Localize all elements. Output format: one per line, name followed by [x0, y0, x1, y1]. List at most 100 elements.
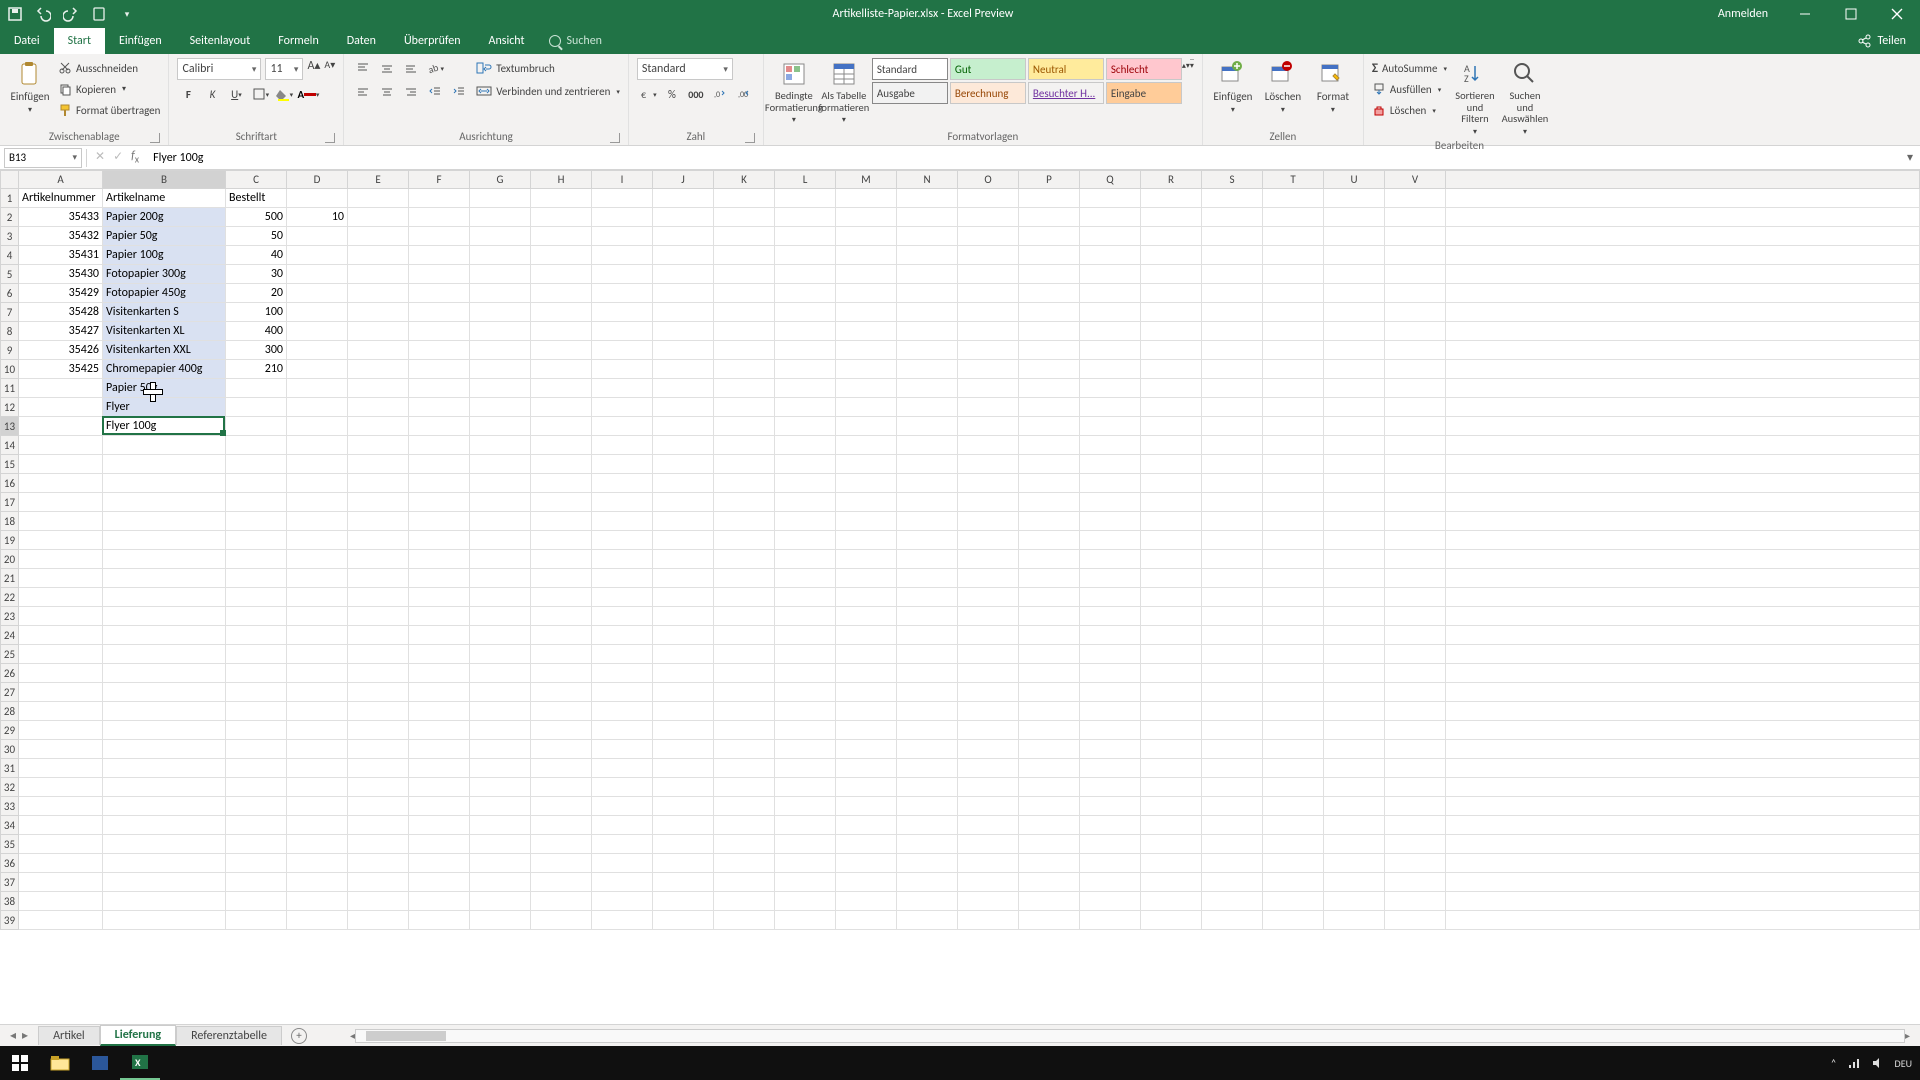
cell[interactable] — [592, 569, 653, 588]
tab-formulas[interactable]: Formeln — [264, 28, 332, 54]
cell[interactable] — [958, 607, 1019, 626]
cell[interactable] — [1324, 721, 1385, 740]
cell[interactable] — [775, 759, 836, 778]
cell[interactable] — [1385, 227, 1446, 246]
cell[interactable] — [103, 835, 226, 854]
row-header[interactable]: 22 — [0, 588, 19, 607]
cell[interactable] — [1202, 436, 1263, 455]
cell[interactable] — [1446, 493, 1920, 512]
cell[interactable] — [836, 303, 897, 322]
cell[interactable] — [1019, 436, 1080, 455]
cell[interactable] — [775, 189, 836, 208]
cell[interactable] — [1446, 189, 1920, 208]
cell[interactable] — [287, 873, 348, 892]
cell[interactable] — [470, 740, 531, 759]
cell[interactable] — [103, 531, 226, 550]
cell[interactable] — [897, 189, 958, 208]
cell[interactable] — [653, 265, 714, 284]
cell[interactable] — [897, 626, 958, 645]
cell[interactable] — [1385, 816, 1446, 835]
cell[interactable] — [287, 683, 348, 702]
cell[interactable] — [1019, 189, 1080, 208]
cell[interactable]: Fotopapier 300g — [103, 265, 226, 284]
cell[interactable] — [226, 474, 287, 493]
cell[interactable] — [714, 721, 775, 740]
qat-customize-icon[interactable]: ▾ — [118, 5, 136, 23]
column-header-G[interactable]: G — [470, 170, 531, 189]
cell[interactable] — [897, 702, 958, 721]
cell[interactable] — [348, 303, 409, 322]
row-header[interactable]: 37 — [0, 873, 19, 892]
row-header[interactable]: 16 — [0, 474, 19, 493]
expand-formula-bar-icon[interactable]: ▾ — [1900, 150, 1920, 165]
cell[interactable] — [103, 797, 226, 816]
cell[interactable] — [1263, 417, 1324, 436]
cell[interactable] — [1141, 607, 1202, 626]
cell[interactable] — [1446, 645, 1920, 664]
row-header[interactable]: 20 — [0, 550, 19, 569]
cell[interactable] — [287, 303, 348, 322]
cell[interactable] — [714, 531, 775, 550]
cell[interactable] — [1324, 208, 1385, 227]
cell[interactable] — [1080, 835, 1141, 854]
cell[interactable] — [287, 569, 348, 588]
cell[interactable] — [409, 360, 470, 379]
cell[interactable] — [531, 284, 592, 303]
cell[interactable] — [409, 607, 470, 626]
cell[interactable] — [714, 303, 775, 322]
cell[interactable] — [1141, 873, 1202, 892]
cell[interactable] — [958, 873, 1019, 892]
cell[interactable] — [287, 227, 348, 246]
cell[interactable] — [1019, 778, 1080, 797]
cell[interactable] — [897, 265, 958, 284]
cell[interactable] — [897, 417, 958, 436]
cell[interactable] — [775, 303, 836, 322]
cell[interactable] — [1141, 645, 1202, 664]
cell[interactable] — [531, 607, 592, 626]
cell[interactable] — [1263, 645, 1324, 664]
cell[interactable] — [409, 702, 470, 721]
cell[interactable]: 30 — [226, 265, 287, 284]
cell[interactable] — [653, 607, 714, 626]
cell[interactable] — [103, 816, 226, 835]
cell[interactable] — [958, 759, 1019, 778]
tell-me-search[interactable]: Suchen — [539, 28, 612, 54]
cell[interactable] — [409, 778, 470, 797]
cell[interactable] — [714, 683, 775, 702]
row-header[interactable]: 10 — [0, 360, 19, 379]
cell[interactable] — [1080, 721, 1141, 740]
row-header[interactable]: 36 — [0, 854, 19, 873]
row-header[interactable]: 30 — [0, 740, 19, 759]
cell[interactable] — [1385, 379, 1446, 398]
cell[interactable] — [1446, 436, 1920, 455]
cell[interactable] — [470, 664, 531, 683]
cell[interactable] — [1202, 607, 1263, 626]
cell[interactable]: Artikelnummer — [19, 189, 103, 208]
cell[interactable] — [714, 892, 775, 911]
cell[interactable] — [592, 778, 653, 797]
column-header-F[interactable]: F — [409, 170, 470, 189]
cell[interactable] — [226, 778, 287, 797]
cell[interactable] — [1080, 322, 1141, 341]
cell[interactable] — [1324, 265, 1385, 284]
cell[interactable] — [1080, 265, 1141, 284]
cell[interactable] — [1141, 341, 1202, 360]
cell[interactable] — [1202, 759, 1263, 778]
cell[interactable] — [470, 873, 531, 892]
cell[interactable] — [1019, 360, 1080, 379]
fx-icon[interactable]: fx — [131, 149, 139, 165]
row-header[interactable]: 14 — [0, 436, 19, 455]
cell[interactable] — [836, 227, 897, 246]
cell[interactable] — [592, 512, 653, 531]
cell[interactable] — [531, 417, 592, 436]
cell[interactable] — [836, 474, 897, 493]
cell[interactable] — [653, 911, 714, 930]
cell[interactable] — [592, 417, 653, 436]
cell[interactable] — [470, 531, 531, 550]
confirm-edit-icon[interactable]: ✓ — [113, 149, 123, 165]
cell[interactable] — [775, 892, 836, 911]
cell[interactable] — [103, 512, 226, 531]
cell[interactable] — [1141, 455, 1202, 474]
cell[interactable] — [1446, 702, 1920, 721]
cell[interactable] — [1324, 892, 1385, 911]
